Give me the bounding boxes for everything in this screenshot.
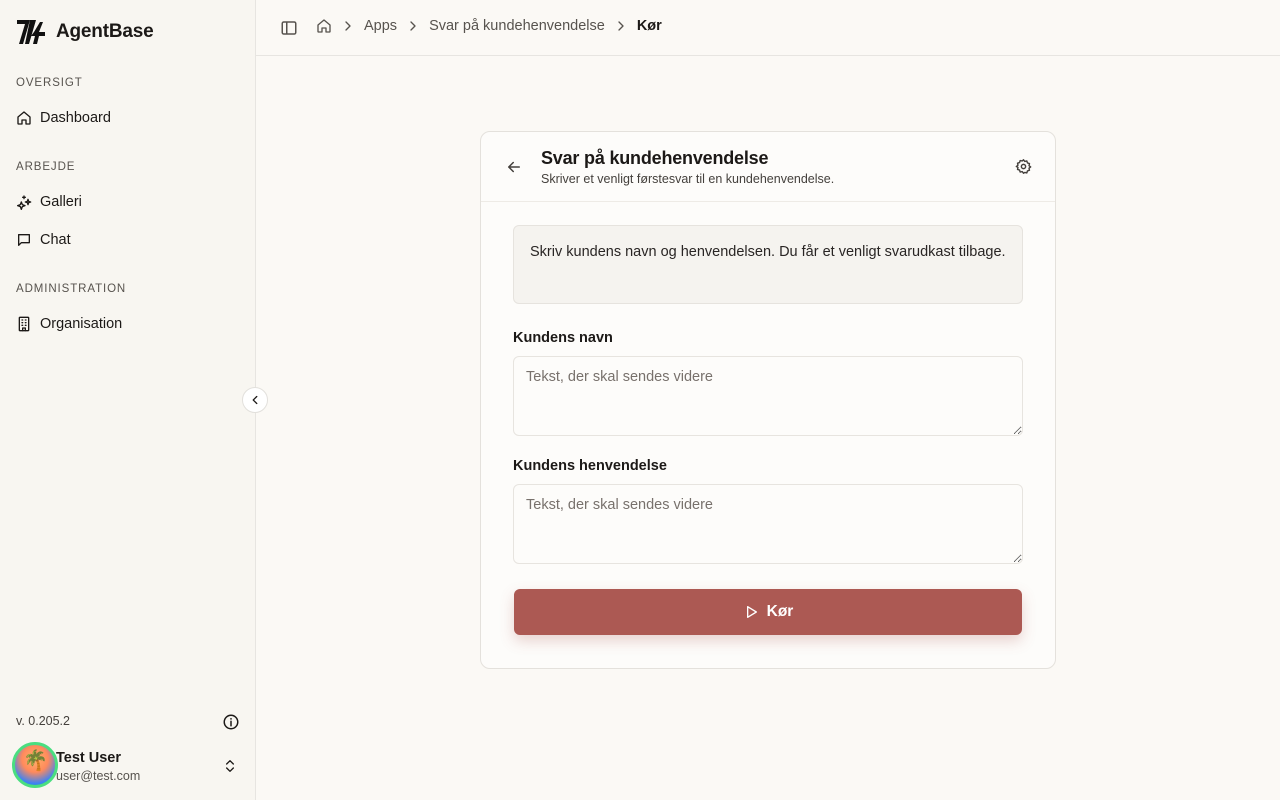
avatar: 🌴 <box>12 742 58 788</box>
app-name: AgentBase <box>56 21 154 42</box>
sidebar-item-organisation[interactable]: Organisation <box>8 308 246 340</box>
gear-icon[interactable] <box>1015 158 1032 175</box>
page-subtitle: Skriver et venligt førstesvar til en kun… <box>541 172 835 186</box>
sidebar-item-label: Organisation <box>40 316 123 332</box>
customer-inquiry-label: Kundens henvendelse <box>513 458 667 474</box>
breadcrumb-current: Kør <box>636 18 662 34</box>
play-icon <box>746 606 757 618</box>
palm-tree-icon: 🌴 <box>23 750 48 772</box>
breadcrumb-apps[interactable]: Apps <box>364 18 397 34</box>
section-title-administration: ADMINISTRATION <box>16 283 127 295</box>
agentbase-logo-icon <box>17 20 45 44</box>
chevrons-up-down-icon <box>226 760 234 772</box>
info-icon[interactable] <box>222 713 240 731</box>
customer-name-label: Kundens navn <box>513 330 613 346</box>
user-name: Test User <box>56 750 122 766</box>
user-menu[interactable]: 🌴 Test User user@test.com <box>10 740 246 790</box>
home-icon[interactable] <box>316 18 332 34</box>
sidebar-item-label: Chat <box>40 232 71 248</box>
sidebar-item-label: Dashboard <box>40 110 111 126</box>
building-icon <box>18 316 30 332</box>
card-header: Svar på kundehenvendelse Skriver et venl… <box>481 132 1055 202</box>
sidebar-item-chat[interactable]: Chat <box>8 224 246 256</box>
app-description: Skriv kundens navn og henvendelsen. Du f… <box>513 225 1023 304</box>
breadcrumb: Apps Svar på kundehenvendelse Kør <box>316 18 662 34</box>
chat-icon <box>18 234 30 246</box>
section-title-oversigt: OVERSIGT <box>16 77 83 89</box>
chevron-right-icon <box>618 21 624 31</box>
run-button[interactable]: Kør <box>514 589 1022 635</box>
chevron-left-icon <box>252 395 258 405</box>
run-button-label: Kør <box>766 603 794 620</box>
brand[interactable]: AgentBase <box>16 18 154 46</box>
customer-inquiry-field[interactable] <box>513 484 1023 564</box>
customer-name-field[interactable] <box>513 356 1023 436</box>
app-run-card: Svar på kundehenvendelse Skriver et venl… <box>480 131 1056 669</box>
top-bar: Apps Svar på kundehenvendelse Kør <box>256 0 1280 56</box>
sidebar-item-label: Galleri <box>40 194 82 210</box>
chevron-right-icon <box>410 21 416 31</box>
home-icon <box>17 111 31 125</box>
sidebar: AgentBase OVERSIGT Dashboard ARBEJDE Gal… <box>0 0 256 800</box>
page-title: Svar på kundehenvendelse <box>541 148 769 168</box>
sparkles-icon <box>17 195 32 210</box>
user-email: user@test.com <box>56 769 141 783</box>
sidebar-toggle-icon[interactable] <box>280 19 298 37</box>
app-version: v. 0.205.2 <box>16 714 70 728</box>
breadcrumb-app[interactable]: Svar på kundehenvendelse <box>429 18 605 34</box>
arrow-left-icon[interactable] <box>505 158 523 176</box>
collapse-sidebar-button[interactable] <box>242 387 268 413</box>
sidebar-item-galleri[interactable]: Galleri <box>8 186 246 218</box>
section-title-arbejde: ARBEJDE <box>16 161 76 173</box>
sidebar-item-dashboard[interactable]: Dashboard <box>8 102 246 134</box>
chevron-right-icon <box>345 21 351 31</box>
